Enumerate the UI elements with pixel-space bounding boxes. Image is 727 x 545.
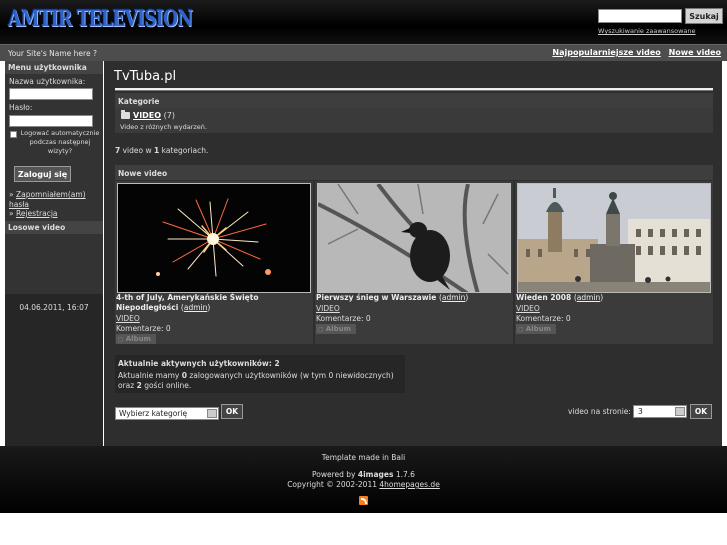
footer-copyright: Copyright © 2002-2011 4homepages.de bbox=[287, 480, 440, 489]
current-date: 04.06.2011, 16:07 bbox=[19, 303, 89, 312]
video-title-link[interactable]: Pierwszy śnieg w Warszawie bbox=[316, 293, 436, 302]
login-button[interactable]: Zaloguj się bbox=[14, 166, 71, 182]
top-links: Najpopularniejsze video Nowe video bbox=[547, 48, 721, 57]
video-card: Pierwszy śnieg w Warszawie (admin) VIDEO… bbox=[315, 181, 513, 344]
folder-icon bbox=[121, 110, 130, 119]
video-title: Pierwszy śnieg w Warszawie (admin) bbox=[316, 293, 469, 302]
per-page-value: 3 bbox=[638, 407, 643, 416]
password-label: Hasło: bbox=[9, 103, 33, 112]
categories-header: Kategorie bbox=[115, 93, 713, 108]
album-button[interactable]: Album bbox=[516, 324, 556, 334]
video-title: 4-th of July, Amerykańskie Święto Niepod… bbox=[116, 293, 259, 312]
video-category-link[interactable]: VIDEO bbox=[316, 304, 340, 313]
new-videos-link[interactable]: Nowe video bbox=[669, 48, 721, 57]
random-video-title: Losowe video bbox=[5, 221, 103, 234]
remember-row: Logować automatycznie podczas następnej … bbox=[10, 129, 100, 156]
category-description: Video z różnych wydarzeń. bbox=[120, 123, 207, 131]
rss-icon[interactable] bbox=[359, 496, 368, 505]
category-count-total: 1 bbox=[154, 146, 160, 155]
per-page-select[interactable]: 3 bbox=[633, 405, 687, 418]
video-count: 7 bbox=[115, 146, 121, 155]
powered-by-name: 4images bbox=[357, 470, 394, 479]
copyright-link[interactable]: 4homepages.de bbox=[379, 480, 439, 489]
category-select-value: Wybierz kategorię bbox=[119, 409, 188, 418]
footer-template-credit: Template made in Bali bbox=[321, 453, 406, 462]
video-card: 4-th of July, Amerykańskie Święto Niepod… bbox=[115, 181, 313, 344]
header: AMTIR TELEVISION Szukaj Wyszukiwanie zaa… bbox=[0, 0, 727, 44]
stats-text-end: kategoriach. bbox=[161, 146, 209, 155]
video-title-link[interactable]: Wieden 2008 bbox=[516, 293, 571, 302]
video-title: Wieden 2008 (admin) bbox=[516, 293, 604, 302]
category-row: VIDEO (7) Video z różnych wydarzeń. bbox=[115, 108, 713, 133]
video-thumbnail[interactable] bbox=[517, 183, 711, 293]
category-ok-button[interactable]: OK bbox=[221, 404, 243, 419]
video-comments: Komentarze: 0 bbox=[316, 314, 371, 323]
remember-label: Logować automatycznie podczas następnej … bbox=[20, 129, 100, 155]
date-box: 04.06.2011, 16:07 bbox=[5, 294, 103, 446]
search-button[interactable]: Szukaj bbox=[685, 8, 723, 24]
online-users-box: Aktualnie aktywnych użytkowników: 2 Aktu… bbox=[115, 355, 405, 393]
sidebar-links: » Zapomniałem(am) hasła » Rejestracja bbox=[9, 190, 86, 218]
advanced-search-link[interactable]: Wyszukiwanie zaawansowane bbox=[598, 27, 696, 35]
username-input[interactable] bbox=[9, 88, 93, 100]
category-select[interactable]: Wybierz kategorię bbox=[115, 407, 219, 420]
video-thumbnail[interactable] bbox=[317, 183, 511, 293]
search-input[interactable] bbox=[598, 9, 682, 23]
gallery-stats: 7 video w 1 kategoriach. bbox=[115, 146, 208, 155]
category-line: VIDEO (7) bbox=[133, 111, 175, 120]
per-page-label: video na stronie: bbox=[568, 407, 631, 416]
category-count: (7) bbox=[163, 111, 175, 120]
remember-checkbox[interactable] bbox=[10, 131, 17, 138]
sidebar: Menu użytkownika Nazwa użytkownika: Hasł… bbox=[5, 61, 103, 446]
author-link[interactable]: admin bbox=[577, 293, 601, 302]
site-logo[interactable]: AMTIR TELEVISION bbox=[8, 6, 193, 36]
video-thumbnail[interactable] bbox=[117, 183, 311, 293]
footer: Template made in Bali Powered by 4images… bbox=[0, 446, 727, 513]
forgot-password-link[interactable]: Zapomniałem(am) hasła bbox=[9, 190, 86, 209]
album-button[interactable]: Album bbox=[316, 324, 356, 334]
video-category-link[interactable]: VIDEO bbox=[516, 304, 540, 313]
site-name: Your Site's Name here ? bbox=[8, 49, 97, 58]
video-category: VIDEO bbox=[316, 304, 340, 314]
album-button[interactable]: Album bbox=[116, 334, 156, 344]
video-category: VIDEO bbox=[516, 304, 540, 314]
top-rated-link[interactable]: Najpopularniejsze video bbox=[552, 48, 660, 57]
author-link[interactable]: admin bbox=[442, 293, 466, 302]
footer-powered: Powered by 4images 1.7.6 bbox=[312, 470, 415, 479]
chevron-down-icon bbox=[207, 409, 217, 418]
username-label: Nazwa użytkownika: bbox=[9, 77, 86, 86]
online-users-title: Aktualnie aktywnych użytkowników: 2 bbox=[118, 359, 280, 368]
author-link[interactable]: admin bbox=[184, 303, 208, 312]
video-comments: Komentarze: 0 bbox=[116, 324, 171, 333]
register-link[interactable]: Rejestracja bbox=[16, 209, 58, 218]
chevron-down-icon bbox=[675, 407, 685, 416]
video-comments: Komentarze: 0 bbox=[516, 314, 571, 323]
video-card: Wieden 2008 (admin) VIDEO Komentarze: 0 … bbox=[515, 181, 713, 344]
stats-text: video w bbox=[122, 146, 152, 155]
video-category-link[interactable]: VIDEO bbox=[116, 314, 140, 323]
user-menu-title: Menu użytkownika bbox=[5, 61, 103, 74]
password-input[interactable] bbox=[9, 115, 93, 127]
online-users-text: Aktualnie mamy 0 zalogowanych użytkownik… bbox=[118, 371, 394, 390]
new-videos-header: Nowe video bbox=[115, 165, 713, 180]
per-page-ok-button[interactable]: OK bbox=[690, 404, 712, 419]
page-title: TvTuba.pl bbox=[114, 69, 177, 84]
video-category: VIDEO bbox=[116, 314, 140, 324]
category-link[interactable]: VIDEO bbox=[133, 111, 161, 120]
title-divider bbox=[115, 88, 713, 91]
top-bar: Your Site's Name here ? Najpopularniejsz… bbox=[0, 44, 727, 61]
main-content: TvTuba.pl Kategorie VIDEO (7) Video z ró… bbox=[104, 61, 722, 446]
